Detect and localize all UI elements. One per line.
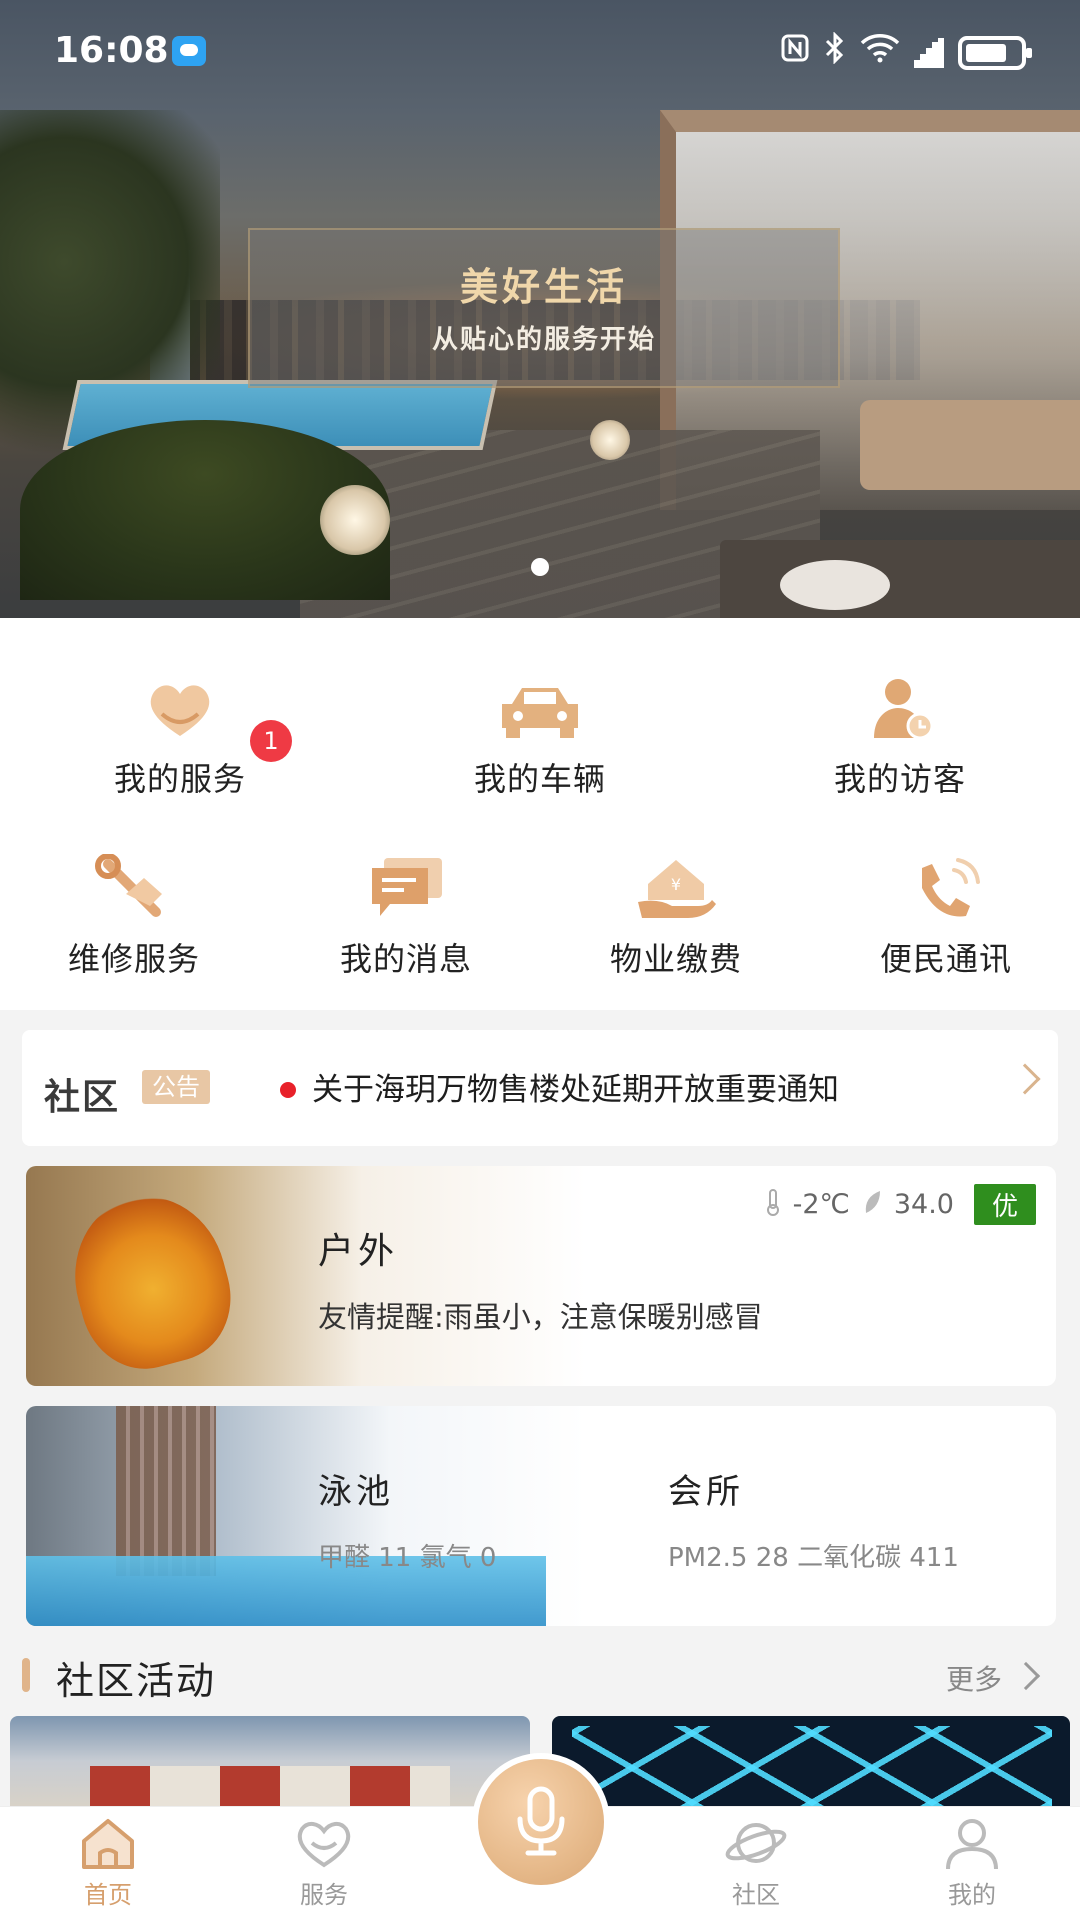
chevron-right-icon[interactable] (1009, 1063, 1041, 1095)
chat-notification-icon (172, 36, 206, 66)
banner-lamp (590, 420, 630, 460)
temperature: -2℃ (792, 1189, 850, 1220)
facility-values: 甲醛 11 氯气 0 (318, 1543, 497, 1573)
bluetooth-icon (824, 31, 846, 73)
banner-sign: 美好生活 从贴心的服务开始 (248, 228, 840, 388)
air-quality-badge: 优 (973, 1184, 1036, 1225)
status-icons (780, 31, 1032, 73)
carousel-indicator[interactable] (531, 558, 549, 576)
banner-sofa (860, 400, 1080, 490)
voice-assistant-button[interactable] (472, 1753, 610, 1891)
bottom-nav: 首页 服务 社区 我的 (0, 1753, 1080, 1920)
tab-mine[interactable]: 我的 (902, 1815, 1042, 1910)
menu-repair-service[interactable]: 维修服务 (14, 853, 254, 980)
community-notice[interactable]: 社区 公告 关于海玥万物售楼处延期开放重要通知 (22, 1030, 1058, 1146)
menu-label: 我的消息 (339, 940, 472, 978)
message-icon (358, 854, 454, 924)
facility-name: 泳池 (318, 1472, 394, 1512)
heart-hand-icon (132, 674, 228, 744)
thermometer-icon (765, 1188, 781, 1222)
leaf-icon (862, 1189, 882, 1221)
menu-label: 维修服务 (67, 940, 200, 978)
facility-name: 会所 (668, 1472, 744, 1512)
menu-convenience-call[interactable]: 便民通讯 (826, 854, 1066, 980)
activity-card[interactable] (10, 1716, 530, 1806)
planet-icon (724, 1815, 788, 1871)
tab-label: 首页 (84, 1881, 132, 1909)
weather-card[interactable]: -2℃ 34.0 优 户外 友情提醒:雨虽小，注意保暖别感冒 (26, 1166, 1056, 1386)
banner-plate (780, 560, 890, 610)
menu-property-fee[interactable]: ¥ 物业缴费 (556, 854, 796, 980)
menu-my-vehicle[interactable]: 我的车辆 (420, 674, 660, 800)
signal-icon (914, 37, 944, 68)
menu-label: 物业缴费 (609, 940, 742, 978)
menu-label: 便民通讯 (879, 940, 1012, 978)
facility-pool-info: 泳池 甲醛 11 氯气 0 (318, 1464, 496, 1574)
microphone-icon (517, 1786, 565, 1856)
battery-icon (958, 35, 1032, 70)
tab-service[interactable]: 服务 (254, 1815, 394, 1910)
menu-label: 我的访客 (833, 760, 966, 798)
facility-card[interactable]: 泳池 甲醛 11 氯气 0 会所 PM2.5 28 二氧化碳 411 (26, 1406, 1056, 1626)
home-icon (76, 1815, 140, 1871)
facility-building (116, 1406, 216, 1576)
status-time: 16:08 (54, 30, 169, 71)
weather-metrics: -2℃ 34.0 优 (765, 1184, 1036, 1225)
air-index: 34.0 (893, 1189, 954, 1220)
community-activities-header: 社区活动 更多 (22, 1650, 1058, 1703)
activity-card[interactable] (552, 1716, 1070, 1806)
banner-lamp (320, 485, 390, 555)
wifi-icon (860, 33, 900, 72)
status-bar: 16:08 (0, 0, 1080, 100)
heart-icon (292, 1815, 356, 1871)
tab-label: 社区 (732, 1881, 780, 1909)
banner-subtitle: 从贴心的服务开始 (431, 325, 656, 355)
notice-brand: 社区 (44, 1077, 121, 1118)
weather-place: 户外 (318, 1231, 399, 1272)
section-accent-bar (22, 1658, 30, 1692)
banner-title: 美好生活 (459, 265, 628, 309)
tab-label: 服务 (300, 1881, 348, 1909)
tab-label: 我的 (948, 1881, 996, 1909)
facility-values: PM2.5 28 二氧化碳 411 (668, 1543, 959, 1573)
user-icon (940, 1815, 1004, 1871)
quick-menu: 我的服务 1 我的车辆 我的访客 维修服务 我的消息 ¥ 物业缴费 便民通讯 (0, 618, 1080, 1010)
svg-text:¥: ¥ (671, 875, 681, 894)
notification-badge: 1 (250, 720, 292, 762)
property-fee-icon: ¥ (628, 854, 724, 924)
nfc-icon (780, 33, 810, 72)
menu-label: 我的车辆 (473, 760, 606, 798)
notice-dot (280, 1082, 296, 1098)
car-icon (492, 674, 588, 744)
section-title: 社区活动 (56, 1659, 217, 1703)
repair-tools-icon (86, 853, 182, 924)
chevron-right-icon[interactable] (1011, 1661, 1041, 1691)
tab-home[interactable]: 首页 (38, 1815, 178, 1910)
visitor-icon (852, 674, 948, 744)
banner-table (720, 540, 1080, 618)
tab-community[interactable]: 社区 (686, 1815, 826, 1910)
facility-club-info: 会所 PM2.5 28 二氧化碳 411 (668, 1464, 959, 1574)
more-link[interactable]: 更多 (946, 1658, 1002, 1698)
weather-tip: 友情提醒:雨虽小，注意保暖别感冒 (318, 1300, 763, 1334)
menu-my-visitor[interactable]: 我的访客 (780, 674, 1020, 800)
notice-text[interactable]: 关于海玥万物售楼处延期开放重要通知 (312, 1064, 839, 1109)
menu-my-messages[interactable]: 我的消息 (286, 854, 526, 980)
notice-tag: 公告 (142, 1070, 210, 1104)
phone-call-icon (898, 854, 994, 924)
